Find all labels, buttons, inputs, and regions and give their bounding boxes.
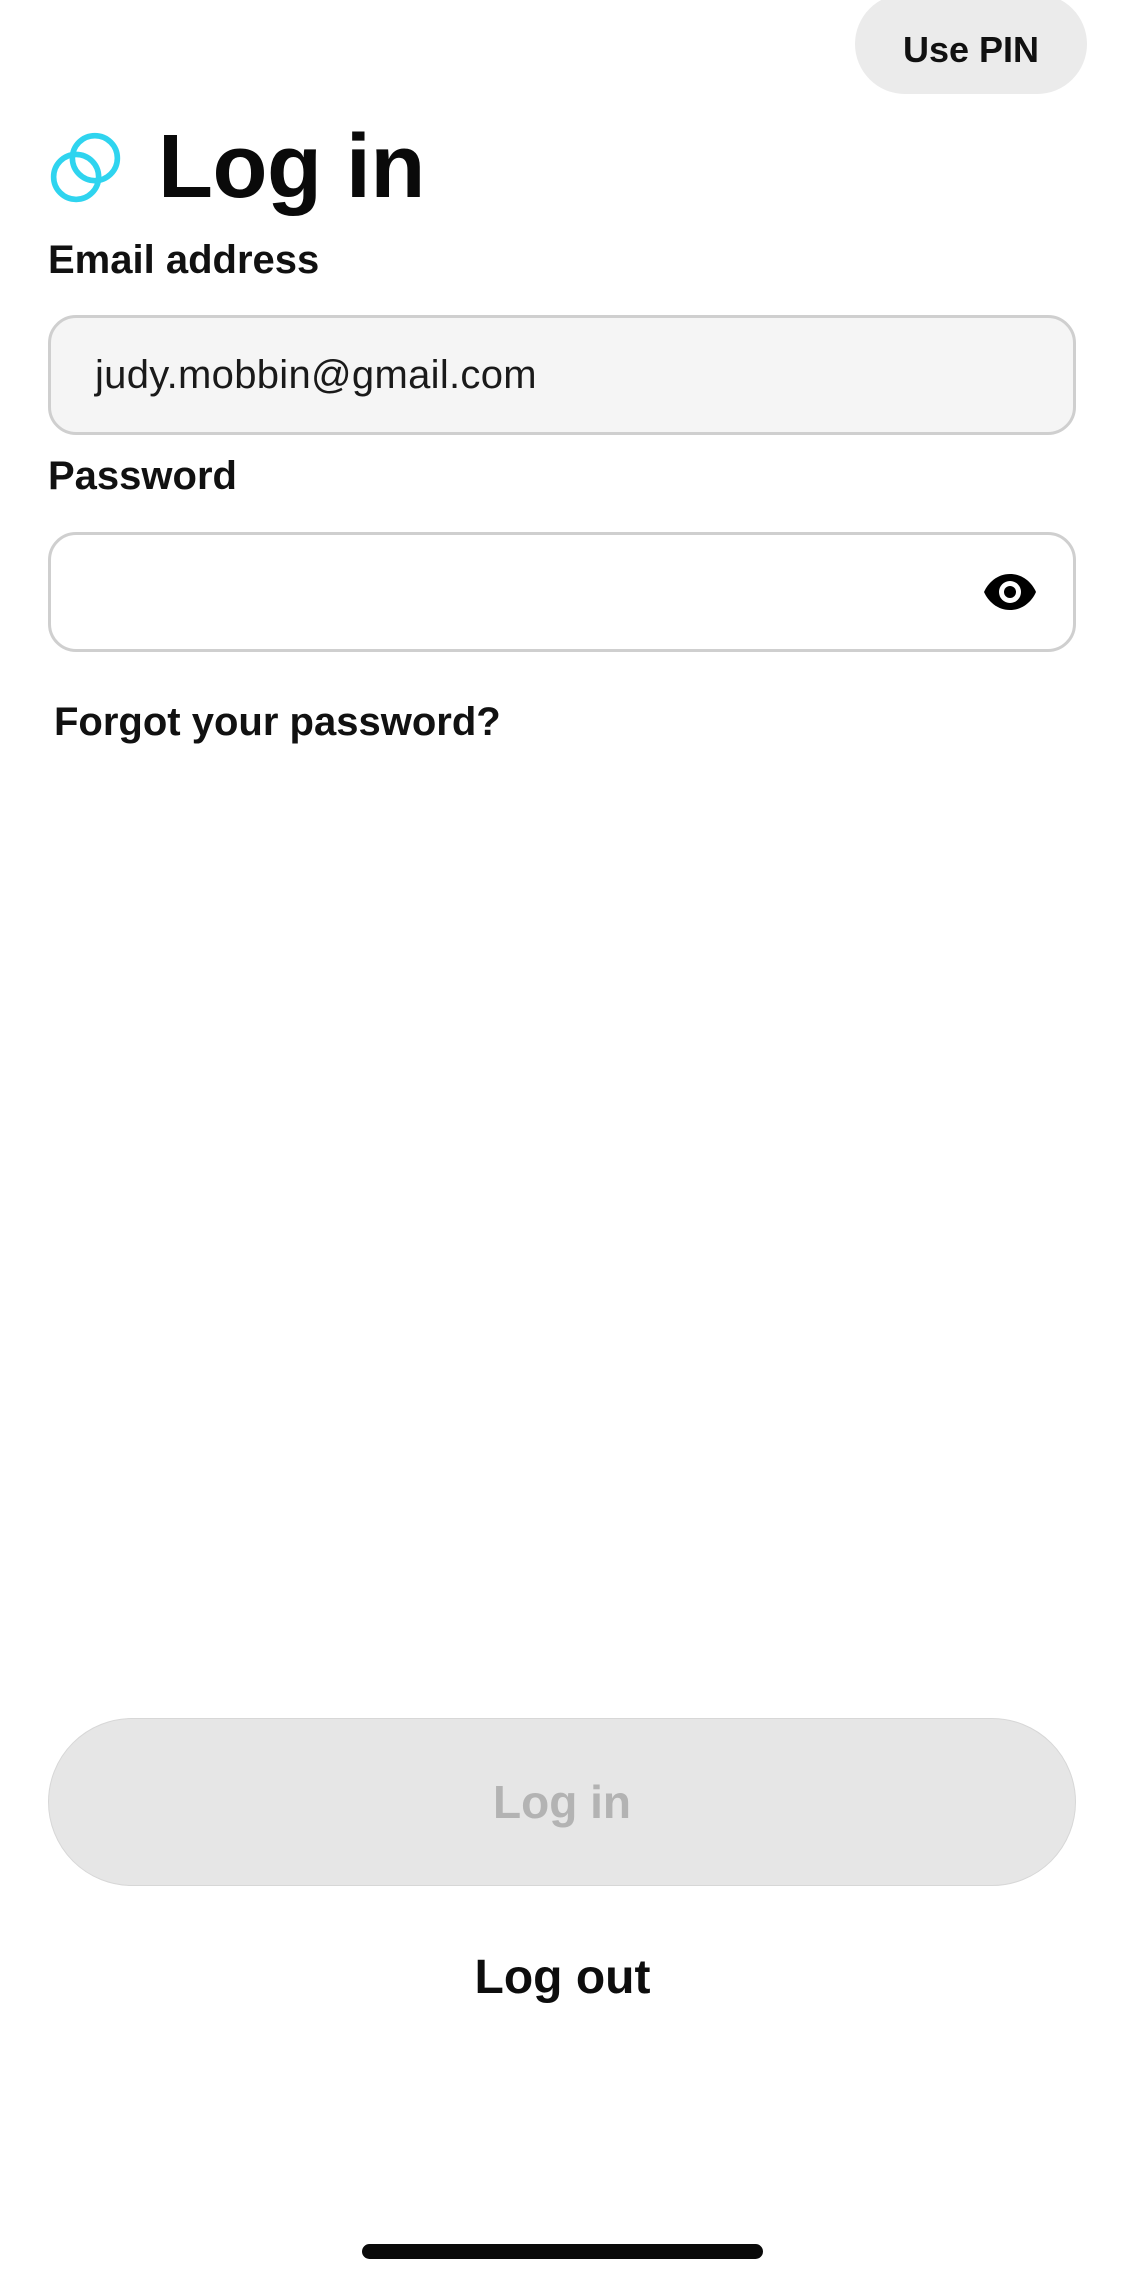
title-row: Log in	[48, 112, 425, 222]
logout-button[interactable]: Log out	[0, 1950, 1125, 2005]
use-pin-button[interactable]: Use PIN	[855, 0, 1087, 94]
email-value: judy.mobbin@gmail.com	[95, 352, 537, 397]
gemini-logo-icon	[50, 132, 121, 202]
forgot-password-link[interactable]: Forgot your password?	[54, 700, 501, 745]
page-title: Log in	[158, 117, 425, 217]
login-button[interactable]: Log in	[48, 1718, 1076, 1886]
email-field[interactable]: judy.mobbin@gmail.com	[48, 315, 1076, 435]
password-field[interactable]	[48, 532, 1076, 652]
eye-icon[interactable]	[983, 571, 1037, 613]
home-indicator	[362, 2244, 763, 2259]
email-label: Email address	[48, 238, 320, 282]
password-label: Password	[48, 454, 237, 498]
